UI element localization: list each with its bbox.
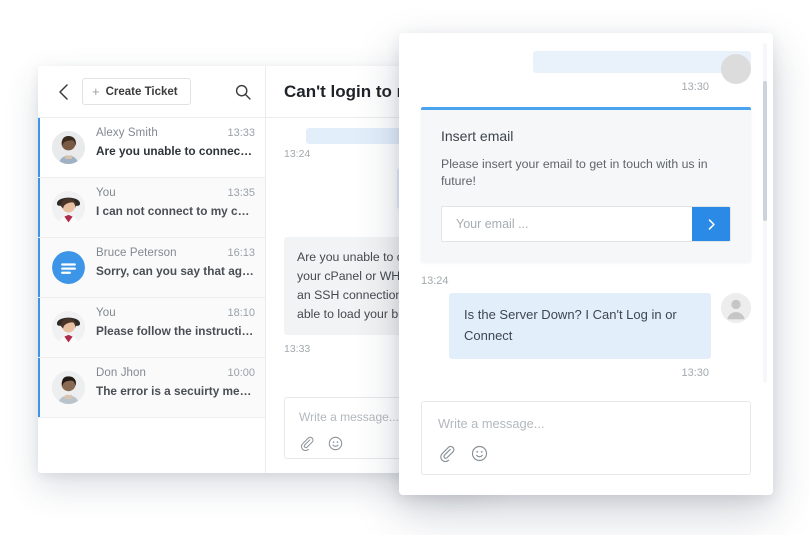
- email-input-row: [441, 206, 731, 242]
- list-item-name: Bruce Peterson: [96, 247, 177, 259]
- create-ticket-label: Create Ticket: [106, 86, 178, 98]
- chevron-right-icon: [705, 218, 718, 231]
- partial-message-bubble: [533, 51, 751, 73]
- smiley-icon[interactable]: [328, 436, 343, 451]
- message-input-placeholder[interactable]: Write a message...: [438, 416, 734, 431]
- timestamp: 13:24: [421, 275, 751, 287]
- paperclip-icon[interactable]: [438, 445, 455, 462]
- placeholder-avatar: [721, 293, 751, 323]
- plus-icon: +: [92, 85, 100, 98]
- avatar: [52, 191, 85, 224]
- list-item-preview: Please follow the instructions of t...: [96, 324, 255, 338]
- smiley-icon[interactable]: [471, 445, 488, 462]
- avatar: [52, 311, 85, 344]
- list-item-preview: Are you unable to connect to your ...: [96, 144, 255, 158]
- list-item[interactable]: You 13:35 I can not connect to my cPanel: [38, 178, 265, 238]
- email-field[interactable]: [442, 207, 692, 241]
- list-item-preview: Sorry, can you say that again?: [96, 264, 255, 278]
- vertical-scrollbar[interactable]: [763, 81, 767, 221]
- app-screenshot: + Create Ticket Alexy Smith 13:: [0, 0, 809, 535]
- list-item-time: 10:00: [227, 367, 255, 379]
- avatar: [721, 54, 751, 84]
- list-item[interactable]: You 18:10 Please follow the instructions…: [38, 298, 265, 358]
- list-item-name: You: [96, 187, 116, 199]
- list-item[interactable]: Bruce Peterson 16:13 Sorry, can you say …: [38, 238, 265, 298]
- timestamp: 13:30: [421, 367, 709, 379]
- chat-thread: 13:30 Insert email Please insert your em…: [399, 33, 773, 393]
- avatar: [52, 251, 85, 284]
- list-item-time: 13:33: [227, 127, 255, 139]
- paperclip-icon[interactable]: [299, 436, 314, 451]
- list-toolbar: + Create Ticket: [38, 66, 265, 118]
- conversation-list-panel: + Create Ticket Alexy Smith 13:: [38, 66, 266, 473]
- chevron-left-icon[interactable]: [54, 83, 72, 101]
- list-item-preview: The error is a secuirty measure to ...: [96, 384, 255, 398]
- list-item-name: Alexy Smith: [96, 127, 158, 139]
- message-bubble-outgoing: Is the Server Down? I Can't Log in or Co…: [449, 293, 711, 359]
- search-icon[interactable]: [235, 84, 251, 100]
- list-item-preview: I can not connect to my cPanel: [96, 204, 255, 218]
- insert-email-title: Insert email: [441, 128, 731, 144]
- list-item-time: 16:13: [227, 247, 255, 259]
- avatar: [52, 371, 85, 404]
- list-item-time: 18:10: [227, 307, 255, 319]
- list-item[interactable]: Alexy Smith 13:33 Are you unable to conn…: [38, 118, 265, 178]
- timestamp: 13:30: [421, 81, 709, 93]
- list-item-time: 13:35: [227, 187, 255, 199]
- list-item-name: Don Jhon: [96, 367, 146, 379]
- email-submit-button[interactable]: [692, 207, 730, 241]
- avatar: [52, 131, 85, 164]
- list-item-name: You: [96, 307, 116, 319]
- create-ticket-button[interactable]: + Create Ticket: [82, 78, 191, 105]
- insert-email-card: Insert email Please insert your email to…: [421, 107, 751, 262]
- message-row: Is the Server Down? I Can't Log in or Co…: [421, 293, 751, 359]
- conversation-list[interactable]: Alexy Smith 13:33 Are you unable to conn…: [38, 118, 265, 473]
- list-item[interactable]: Don Jhon 10:00 The error is a secuirty m…: [38, 358, 265, 418]
- insert-email-subtitle: Please insert your email to get in touch…: [441, 156, 731, 190]
- chat-composer[interactable]: Write a message...: [421, 401, 751, 475]
- chat-widget-window: 13:30 Insert email Please insert your em…: [399, 33, 773, 495]
